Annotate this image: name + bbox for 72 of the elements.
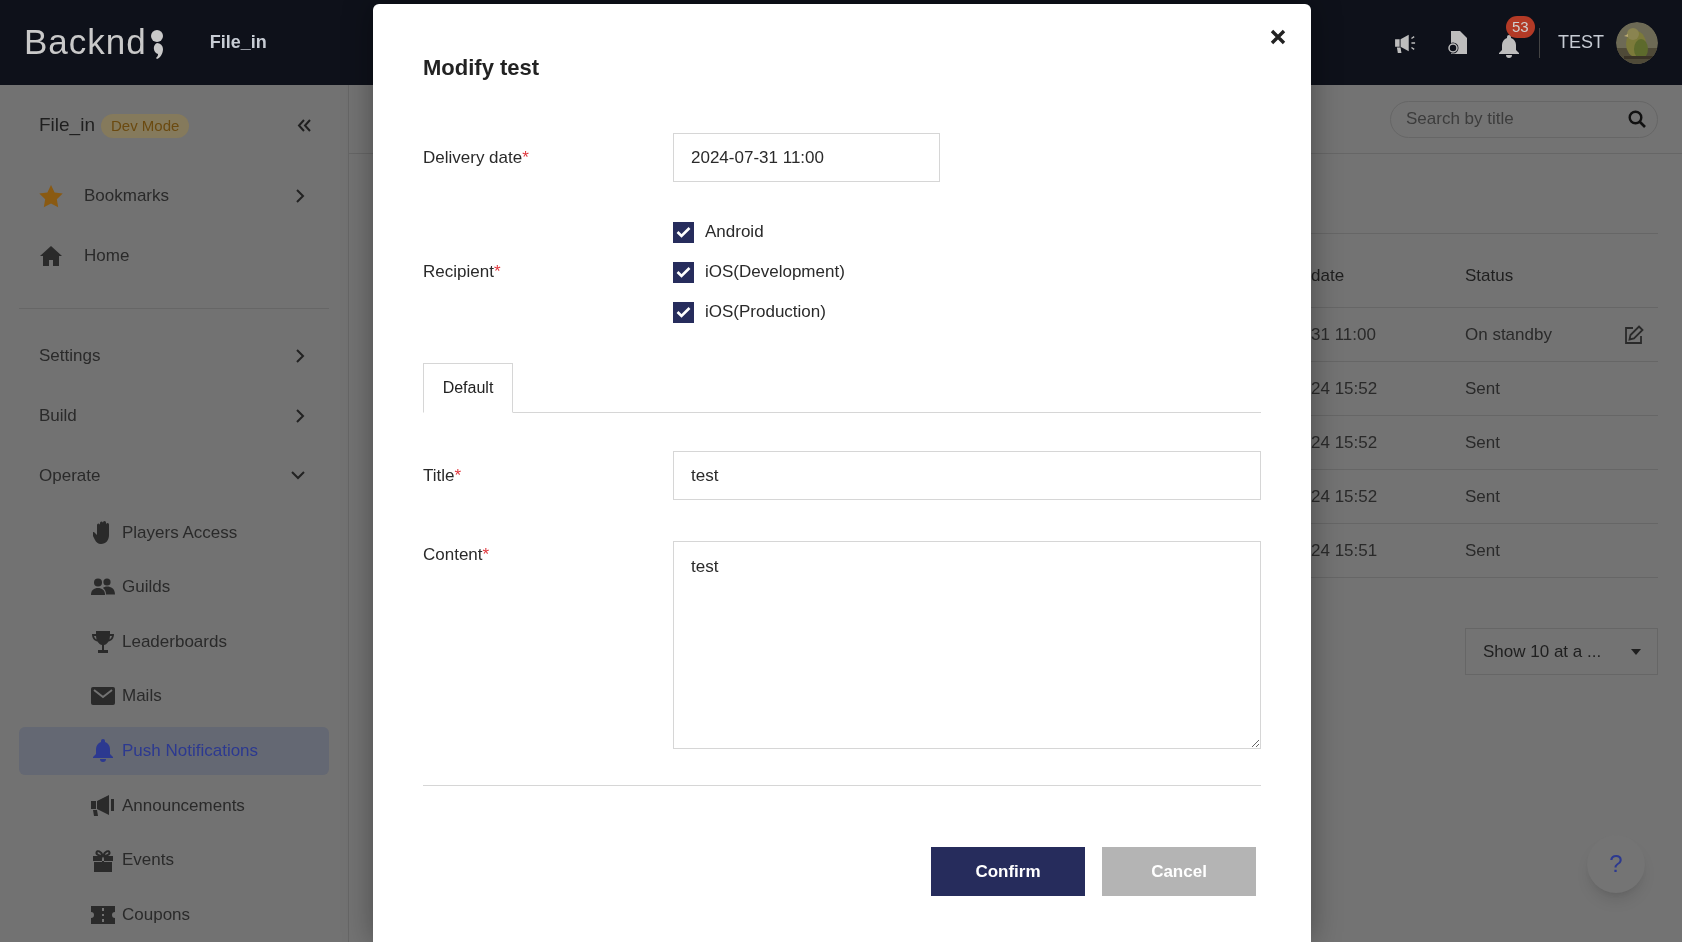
column-header: Status xyxy=(1465,264,1514,287)
table-cell-text: Sent xyxy=(1465,377,1500,400)
logo-mark-icon xyxy=(149,28,164,59)
field-label: Title* xyxy=(423,464,462,487)
project-title: File_in xyxy=(39,113,95,138)
table-cell-text: 24 15:52 xyxy=(1311,485,1378,508)
confirm-button[interactable]: Confirm xyxy=(931,847,1085,896)
checkbox[interactable] xyxy=(673,261,694,283)
checkbox[interactable] xyxy=(673,301,694,323)
users-icon xyxy=(91,577,115,596)
chevron-right-icon xyxy=(295,349,305,364)
bell-icon xyxy=(93,739,113,763)
sidebar-subitem[interactable]: Events xyxy=(19,835,329,885)
star-icon xyxy=(39,184,63,208)
chevron-right-icon xyxy=(295,408,305,423)
text-field[interactable]: 2024-07-31 11:00 xyxy=(673,133,940,182)
close-icon[interactable] xyxy=(1270,29,1286,45)
bell-icon[interactable] xyxy=(1499,35,1519,58)
field-label: Delivery date* xyxy=(423,146,529,169)
edit-icon[interactable] xyxy=(1624,324,1644,345)
checkbox-label: Android xyxy=(705,221,764,244)
sidebar-item[interactable]: Build xyxy=(0,385,348,446)
table-cell-text: 24 15:52 xyxy=(1311,431,1378,454)
megaphone-icon xyxy=(91,794,115,817)
sidebar-subitem[interactable]: Announcements xyxy=(19,781,329,830)
table-cell-text: Sent xyxy=(1465,539,1500,562)
trophy-icon xyxy=(91,629,115,654)
sidebar-subitem[interactable]: Mails xyxy=(19,671,329,721)
field-label: Recipient* xyxy=(423,261,501,284)
ticket-icon xyxy=(91,905,115,924)
checkbox-label: iOS(Production) xyxy=(705,301,826,324)
sidebar-subitem[interactable]: Coupons xyxy=(19,890,329,939)
tab[interactable]: Default xyxy=(423,363,513,413)
table-cell-text: 24 15:52 xyxy=(1311,377,1378,400)
checkbox-label: iOS(Development) xyxy=(705,261,845,284)
chevron-right-icon xyxy=(295,189,305,204)
gift-icon xyxy=(92,848,114,872)
sidebar-subitem[interactable]: Leaderboards xyxy=(19,617,329,666)
envelope-icon xyxy=(91,687,115,706)
sidebar-item[interactable]: Home xyxy=(0,225,348,286)
logo[interactable]: Backnd xyxy=(24,16,147,69)
megaphone-icon[interactable] xyxy=(1395,32,1417,53)
table-cell-text: 24 15:51 xyxy=(1311,539,1378,562)
cancel-button[interactable]: Cancel xyxy=(1102,847,1256,896)
notification-badge: 53 xyxy=(1506,16,1535,38)
text-area[interactable]: test xyxy=(673,541,1261,749)
sidebar-item[interactable]: Bookmarks xyxy=(0,166,348,226)
project-name[interactable]: File_in xyxy=(209,29,267,56)
file-code-icon[interactable] xyxy=(1447,31,1467,54)
table-cell-text: Sent xyxy=(1465,431,1500,454)
collapse-icon[interactable] xyxy=(297,119,312,133)
table-cell-text: 31 11:00 xyxy=(1311,323,1376,346)
table-cell-text: Sent xyxy=(1465,485,1500,508)
home-icon xyxy=(39,244,63,267)
mode-badge: Dev Mode xyxy=(101,113,190,138)
sidebar-item[interactable]: Operate xyxy=(0,445,348,505)
user-name[interactable]: TEST xyxy=(1558,29,1604,56)
text-field[interactable]: test xyxy=(673,451,1261,500)
dialog-title: Modify test xyxy=(423,54,541,82)
help-button[interactable]: ? xyxy=(1587,835,1645,893)
sidebar-item[interactable]: Settings xyxy=(0,326,348,386)
checkbox[interactable] xyxy=(673,221,694,243)
chevron-down-icon xyxy=(291,470,305,481)
page-size-dropdown[interactable]: Show 10 at a ... xyxy=(1465,628,1658,675)
search-icon xyxy=(1628,109,1646,128)
field-label: Content* xyxy=(423,544,490,566)
column-header: date xyxy=(1311,264,1345,287)
sidebar-subitem[interactable]: Guilds xyxy=(19,562,329,612)
caret-icon xyxy=(1631,648,1641,655)
sidebar-subitem[interactable]: Players Access xyxy=(19,508,329,557)
sidebar-subitem[interactable]: Push Notifications xyxy=(19,726,329,776)
table-cell-text: On standby xyxy=(1465,323,1552,346)
